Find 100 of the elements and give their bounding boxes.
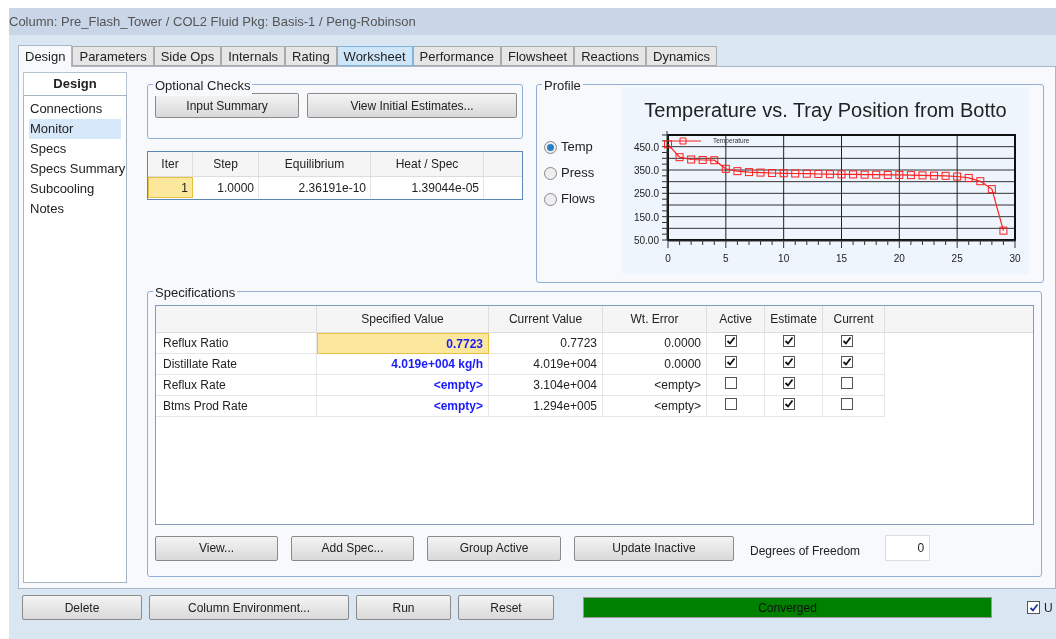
checkbox[interactable] [841,335,853,347]
window-title: Column: Pre_Flash_Tower / COL2 Fluid Pkg: Basis-1 / Peng-Robinson [9,12,416,31]
button[interactable]: Add Spec... [291,535,414,561]
tab[interactable]: Flowsheet [500,46,575,66]
radio-button[interactable] [544,166,557,180]
checkbox[interactable] [725,398,737,410]
axis-label: 50.00 [633,235,659,246]
axis-label: 25 [951,253,963,264]
column-header: Wt. Error [603,306,707,332]
data-point [999,226,1008,235]
radio-button[interactable] [544,192,557,206]
checkbox[interactable] [725,335,737,347]
data-point [675,153,684,162]
checkbox[interactable] [783,335,795,347]
tab[interactable]: Rating [285,46,337,66]
button[interactable]: Column Environment... [149,595,349,620]
data-point [849,170,858,179]
radio-label: Press [561,164,595,183]
column-header: Step [193,152,259,176]
sidebar-item[interactable]: Specs [29,139,121,159]
data-point [941,171,950,180]
table-cell: 3.104e+004 [489,375,603,396]
column-header: Current [823,306,885,332]
checkbox[interactable] [725,356,737,368]
radio-button[interactable] [544,140,557,154]
data-point [906,171,915,180]
checkbox[interactable] [1027,601,1040,614]
data-point [710,156,719,165]
data-point [930,171,939,180]
table-cell: 1.294e+005 [489,396,603,417]
table-cell: 0.7723 [317,333,489,354]
table-cell: <empty> [603,396,707,417]
axis-label: 0 [665,253,671,264]
sidebar-item[interactable]: Connections [29,99,121,119]
legend-marker [668,137,702,145]
column-header: Heat / Spec [371,152,484,176]
column-header: Current Value [489,306,603,332]
sidebar-item[interactable]: Monitor [29,119,121,139]
row-label: Reflux Rate [156,375,317,396]
tab[interactable]: Reactions [574,46,646,66]
data-point [918,171,927,180]
data-point [837,170,846,179]
checkbox[interactable] [783,356,795,368]
data-point [883,170,892,179]
data-point [733,167,742,176]
table-cell: 1.0000 [193,177,259,198]
tab[interactable]: Internals [221,46,286,66]
table-cell: 1 [148,177,193,198]
status-text: Converged [757,599,818,617]
axis-label: 5 [723,253,729,264]
input-field[interactable]: 0 [885,535,931,561]
axis-label: 450.0 [633,141,659,153]
table-cell: 4.019e+004 [489,354,603,375]
checkbox[interactable] [725,377,737,389]
data-point [779,169,788,178]
tab[interactable]: Design [18,45,73,67]
checkbox[interactable] [783,377,795,389]
button[interactable]: Group Active [427,535,561,561]
data-point [964,173,973,182]
tab[interactable]: Side Ops [153,46,222,66]
data-point [872,170,881,179]
axis-label: 20 [893,253,905,264]
axis-label: 15 [835,253,848,264]
axis-label: 30 [1009,253,1021,264]
table-cell: <empty> [317,375,489,396]
tab[interactable]: Parameters [72,46,154,66]
column-header: Active [707,306,765,332]
data-point [825,170,834,179]
table-cell: 0.0000 [603,333,707,354]
data-point [687,155,696,164]
checkbox[interactable] [841,356,853,368]
tab[interactable]: Performance [412,46,501,66]
sidebar-header: Design [23,72,127,95]
row-label: Distillate Rate [156,354,317,375]
axis-label: 10 [778,253,790,264]
button[interactable]: Reset [458,595,554,620]
button[interactable]: View Initial Estimates... [307,93,517,118]
data-point [768,169,777,178]
sidebar-item[interactable]: Subcooling [29,179,121,199]
tab[interactable]: Dynamics [646,46,718,66]
tab[interactable]: Worksheet [336,46,413,66]
button[interactable]: Delete [22,595,142,620]
button[interactable]: Update Inactive [574,535,734,561]
table-cell: 0.7723 [489,333,603,354]
checkbox[interactable] [841,398,853,410]
column-header: Specified Value [317,306,489,332]
chart-title: Temperature vs. Tray Position from Botto [644,99,1007,121]
checkbox[interactable] [841,377,853,389]
column-header: Iter [148,152,193,176]
table-cell: <empty> [317,396,489,417]
button[interactable]: Run [356,595,451,620]
data-point [987,185,996,194]
column-header: Equilibrium [259,152,371,176]
button[interactable]: View... [155,535,278,561]
row-label: Btms Prod Rate [156,396,317,417]
checkbox-label: U [1044,599,1053,617]
data-point [698,155,707,164]
checkbox[interactable] [783,398,795,410]
field-label: Degrees of Freedom [750,543,861,560]
sidebar-item[interactable]: Notes [29,199,121,219]
